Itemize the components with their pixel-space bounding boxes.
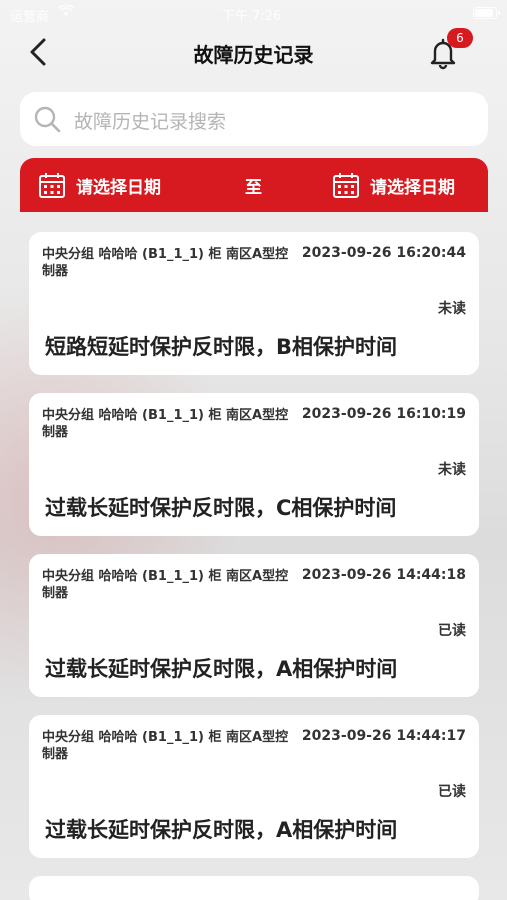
fault-record-card[interactable]: 中央分组 哈哈哈 (B1_1_1) 柜 南区A型控制器 2023-09-26 1…: [29, 393, 479, 536]
record-source: 中央分组 哈哈哈 (B1_1_1) 柜 南区A型控制器: [42, 730, 289, 762]
status-bar: 运营商 下午 7:26: [0, 0, 507, 28]
record-source: 中央分组 哈哈哈 (B1_1_1) 柜 南区A型控制器: [42, 569, 289, 601]
calendar-icon: [39, 173, 65, 198]
date-filter-bar: 请选择日期 至 请选择日期: [20, 158, 488, 212]
record-source: 中央分组 哈哈哈 (B1_1_1) 柜 南区A型控制器: [42, 247, 289, 279]
record-message: 过载长延时保护反时限，A相保护时间: [45, 818, 398, 842]
record-time: 2023-09-26 16:10:19: [301, 406, 466, 422]
read-status: 未读: [438, 462, 466, 478]
record-time: 2023-09-26 16:20:44: [301, 245, 466, 261]
record-message: 过载长延时保护反时限，C相保护时间: [45, 496, 397, 520]
start-date-label: 请选择日期: [76, 178, 161, 198]
wifi-icon: [57, 4, 75, 20]
record-time: 2023-09-26 14:44:18: [301, 567, 466, 583]
battery-icon: [473, 7, 500, 19]
record-time: 2023-09-26 14:44:17: [301, 728, 466, 744]
read-status: 已读: [438, 623, 466, 639]
record-message: 过载长延时保护反时限，A相保护时间: [45, 657, 398, 681]
fault-record-card[interactable]: 中央分组 哈哈哈 (B1_1_1) 柜 南区A型控制器 2023-09-26 1…: [29, 554, 479, 697]
read-status: 未读: [438, 301, 466, 317]
date-range-separator: 至: [245, 178, 262, 198]
notification-badge: 6: [447, 28, 473, 48]
search-icon: [34, 106, 61, 133]
navigation-bar: 故障历史记录 6: [0, 28, 507, 76]
carrier-label: 运营商: [10, 10, 50, 25]
read-status: 已读: [438, 784, 466, 800]
end-date-label: 请选择日期: [370, 178, 455, 198]
record-message: 短路短延时保护反时限，B相保护时间: [45, 335, 398, 359]
fault-record-card[interactable]: [29, 876, 479, 900]
search-input[interactable]: 故障历史记录搜索: [20, 92, 488, 146]
clock-time: 下午 7:26: [222, 9, 282, 24]
search-placeholder: 故障历史记录搜索: [74, 111, 227, 133]
fault-record-card[interactable]: 中央分组 哈哈哈 (B1_1_1) 柜 南区A型控制器 2023-09-26 1…: [29, 232, 479, 375]
fault-record-card[interactable]: 中央分组 哈哈哈 (B1_1_1) 柜 南区A型控制器 2023-09-26 1…: [29, 715, 479, 858]
record-source: 中央分组 哈哈哈 (B1_1_1) 柜 南区A型控制器: [42, 408, 289, 440]
calendar-icon: [333, 173, 359, 198]
